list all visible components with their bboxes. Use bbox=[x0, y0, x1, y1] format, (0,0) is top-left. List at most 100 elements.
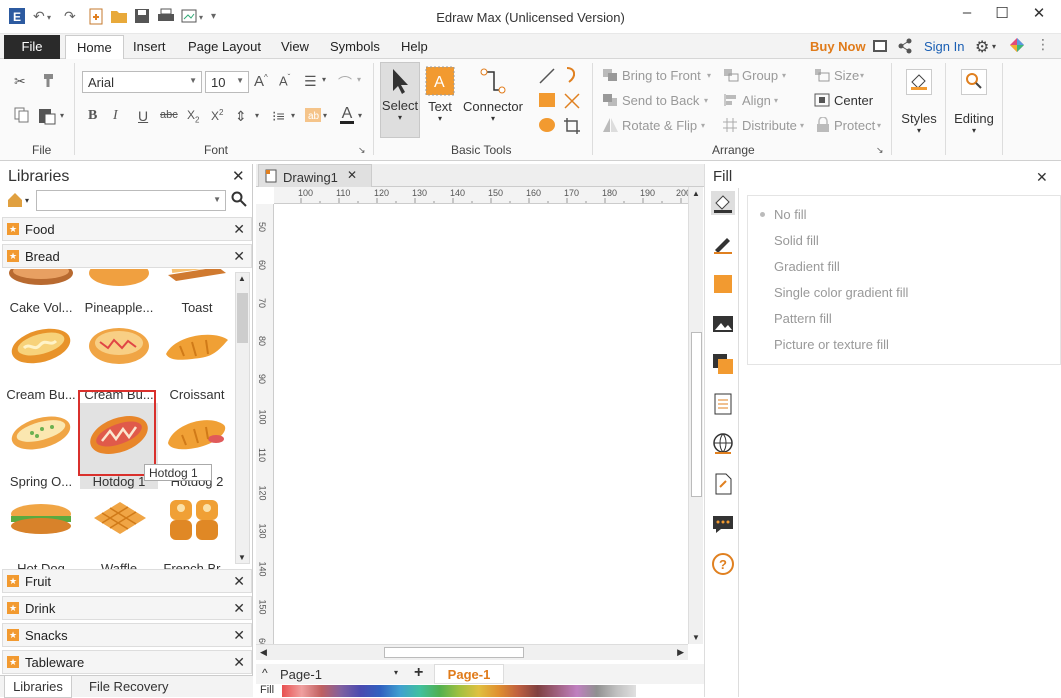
drawing-canvas[interactable] bbox=[274, 204, 688, 644]
shadow-icon[interactable] bbox=[711, 272, 735, 296]
scrollbar-thumb[interactable] bbox=[237, 293, 248, 343]
data-sheet-icon[interactable] bbox=[711, 392, 735, 416]
library-category-tableware[interactable]: ★ Tableware ✕ bbox=[2, 650, 252, 674]
scroll-up-icon[interactable]: ▲ bbox=[692, 189, 700, 198]
fill-option-pattern-fill[interactable]: Pattern fill bbox=[774, 311, 832, 326]
file-menu-button[interactable]: File bbox=[4, 35, 60, 59]
fill-bucket-icon[interactable] bbox=[711, 191, 735, 215]
library-category-fruit[interactable]: ★ Fruit ✕ bbox=[2, 569, 252, 593]
format-painter-icon[interactable] bbox=[40, 73, 56, 92]
chevron-up-icon[interactable]: ^ bbox=[262, 666, 268, 680]
line-tool-icon[interactable] bbox=[538, 67, 556, 88]
tab-page-layout[interactable]: Page Layout bbox=[188, 39, 261, 54]
copy-icon[interactable] bbox=[14, 107, 30, 126]
close-button[interactable]: ✕ bbox=[1027, 4, 1051, 28]
attachment-icon[interactable] bbox=[711, 472, 735, 496]
maximize-button[interactable]: ☐ bbox=[990, 4, 1014, 28]
tab-libraries[interactable]: Libraries bbox=[4, 676, 72, 698]
library-search-input[interactable]: ▼ bbox=[36, 190, 226, 211]
scroll-up-icon[interactable]: ▲ bbox=[238, 274, 246, 283]
ribbon-scroll-icon[interactable]: ⋮ bbox=[1036, 36, 1050, 53]
library-scrollbar[interactable]: ▲ ▼ bbox=[235, 272, 250, 564]
buy-now-link[interactable]: Buy Now bbox=[810, 39, 866, 54]
paste-dropdown-icon[interactable]: ▾ bbox=[60, 111, 64, 120]
scroll-down-icon[interactable]: ▼ bbox=[692, 633, 700, 642]
library-category-bread[interactable]: ★ Bread ✕ bbox=[2, 244, 252, 268]
fill-option-single-color-gradient[interactable]: Single color gradient fill bbox=[774, 285, 908, 300]
decrease-font-size-icon[interactable]: Aˇ bbox=[279, 73, 290, 88]
library-shape-french-bread[interactable]: French Br... bbox=[158, 490, 232, 569]
hyperlink-globe-icon[interactable] bbox=[711, 432, 735, 456]
center-icon[interactable] bbox=[814, 93, 830, 110]
text-tool-button[interactable]: A Text ▾ bbox=[423, 62, 457, 138]
close-icon[interactable]: ✕ bbox=[1036, 169, 1048, 186]
cut-icon[interactable]: ✂ bbox=[14, 73, 26, 90]
library-category-drink[interactable]: ★ Drink ✕ bbox=[2, 596, 252, 620]
font-color-icon[interactable]: A bbox=[340, 105, 354, 124]
font-dialog-launcher-icon[interactable]: ↘ bbox=[358, 145, 366, 156]
paragraph-spacing-icon[interactable]: ⇕ bbox=[235, 108, 247, 125]
styles-button[interactable]: Styles ▾ bbox=[898, 65, 940, 153]
connector-tool-button[interactable]: Connector ▾ bbox=[461, 62, 525, 138]
strikethrough-icon[interactable]: abc bbox=[160, 109, 178, 121]
text-align-dropdown-icon[interactable]: ▾ bbox=[322, 75, 326, 84]
library-shape-waffle[interactable]: Waffle bbox=[80, 490, 158, 569]
library-shape-cake-roll[interactable]: Cake Vol... bbox=[2, 269, 80, 315]
text-background-color-icon[interactable]: ab bbox=[305, 107, 321, 126]
library-shape-croissant[interactable]: Croissant bbox=[158, 316, 232, 402]
editing-button[interactable]: Editing ▾ bbox=[952, 65, 996, 153]
line-style-icon[interactable] bbox=[711, 232, 735, 256]
comment-icon[interactable] bbox=[711, 512, 735, 536]
canvas-vertical-scrollbar[interactable]: ▲ ▼ bbox=[688, 187, 703, 644]
subscript-icon[interactable]: X2 bbox=[187, 108, 199, 124]
close-icon[interactable]: ✕ bbox=[233, 248, 245, 265]
close-icon[interactable]: ✕ bbox=[232, 167, 245, 185]
close-icon[interactable]: ✕ bbox=[233, 600, 245, 617]
sign-in-link[interactable]: Sign In bbox=[924, 39, 964, 54]
library-shape-spring-onion-bun[interactable]: Spring O... bbox=[2, 403, 80, 489]
rectangle-tool-icon[interactable] bbox=[538, 92, 556, 111]
paste-icon[interactable] bbox=[38, 107, 56, 128]
search-icon[interactable] bbox=[231, 191, 247, 210]
scrollbar-thumb[interactable] bbox=[691, 332, 702, 497]
help-icon[interactable]: ? bbox=[711, 552, 735, 576]
scroll-left-icon[interactable]: ◀ bbox=[260, 647, 267, 658]
share-icon[interactable] bbox=[898, 38, 912, 57]
add-page-button[interactable]: + bbox=[414, 664, 423, 682]
increase-font-size-icon[interactable]: A^ bbox=[254, 73, 268, 90]
tab-insert[interactable]: Insert bbox=[133, 39, 166, 54]
font-size-combo[interactable]: 10 ▼ bbox=[205, 71, 249, 93]
page-tab-1[interactable]: Page-1 bbox=[434, 664, 504, 684]
crop-tool-icon[interactable] bbox=[563, 117, 581, 138]
close-icon[interactable]: ✕ bbox=[233, 627, 245, 644]
tab-symbols[interactable]: Symbols bbox=[330, 39, 380, 54]
library-shape-toast[interactable]: Toast bbox=[158, 269, 232, 315]
fill-option-no-fill[interactable]: No fill bbox=[760, 207, 807, 222]
close-icon[interactable]: ✕ bbox=[233, 221, 245, 238]
settings-gear-icon[interactable]: ⚙ bbox=[975, 37, 989, 57]
color-swatches[interactable] bbox=[282, 685, 636, 697]
scroll-down-icon[interactable]: ▼ bbox=[238, 553, 246, 562]
italic-icon[interactable]: I bbox=[113, 108, 118, 124]
bullets-icon[interactable]: ⁝≡ bbox=[272, 108, 285, 125]
arrange-dialog-launcher-icon[interactable]: ↘ bbox=[876, 145, 884, 156]
select-tool-button[interactable]: Select ▾ bbox=[380, 62, 420, 138]
tab-file-recovery[interactable]: File Recovery bbox=[89, 679, 168, 694]
library-category-snacks[interactable]: ★ Snacks ✕ bbox=[2, 623, 252, 647]
fill-option-gradient-fill[interactable]: Gradient fill bbox=[774, 259, 840, 274]
image-icon[interactable] bbox=[711, 312, 735, 336]
home-icon[interactable] bbox=[7, 192, 23, 211]
page-select[interactable]: Page-1 ▾ bbox=[280, 667, 398, 683]
library-category-food[interactable]: ★ Food ✕ bbox=[2, 217, 252, 241]
superscript-icon[interactable]: X2 bbox=[211, 108, 223, 123]
layers-icon[interactable] bbox=[711, 352, 735, 376]
tab-help[interactable]: Help bbox=[401, 39, 428, 54]
scrollbar-thumb[interactable] bbox=[384, 647, 524, 658]
fill-option-picture-texture[interactable]: Picture or texture fill bbox=[774, 337, 889, 352]
fill-option-solid-fill[interactable]: Solid fill bbox=[774, 233, 819, 248]
cross-tool-icon[interactable] bbox=[563, 92, 581, 113]
share-screen-icon[interactable] bbox=[872, 39, 888, 56]
tab-home[interactable]: Home bbox=[65, 35, 124, 60]
canvas-horizontal-scrollbar[interactable]: ◀ ▶ bbox=[256, 644, 688, 660]
close-icon[interactable]: ✕ bbox=[233, 654, 245, 671]
